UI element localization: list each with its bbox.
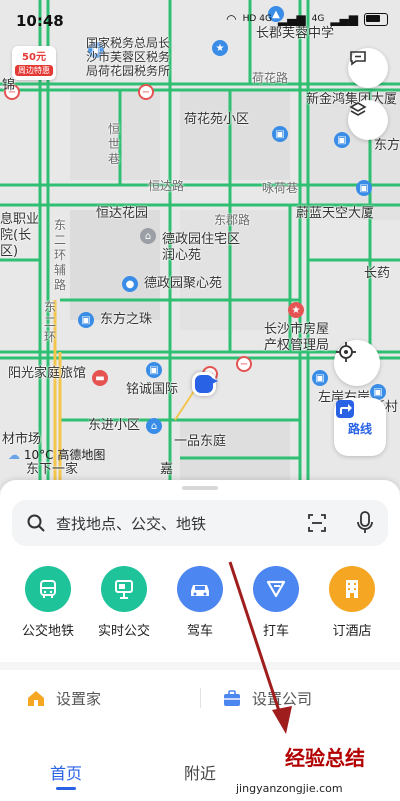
bus-stop-icon: [101, 566, 147, 612]
label-hehua-road: 荷花路: [252, 71, 289, 85]
label-hengda-garden: 恒达花园: [96, 206, 149, 221]
poi-pin-pearl[interactable]: ▣: [78, 312, 94, 328]
quick-action-hotel[interactable]: 订酒店: [314, 566, 390, 639]
battery-icon: [364, 12, 388, 26]
network-label: HD 4G: [242, 14, 272, 24]
set-home-button[interactable]: 设置家: [26, 680, 101, 716]
quick-action-label: 订酒店: [332, 624, 372, 639]
label-yipin: 一品东庭: [174, 434, 227, 449]
label-jin: 锦: [2, 78, 16, 93]
label-yangguang-hotel: 阳光家庭旅馆: [8, 366, 87, 381]
label-dongfang-pearl: 东方之珠: [100, 312, 153, 327]
heading-arrow-icon: [208, 376, 218, 386]
quick-action-label: 公交地铁: [21, 624, 74, 639]
search-placeholder: 查找地点、公交、地铁: [56, 515, 207, 533]
scan-icon[interactable]: [306, 512, 328, 534]
promo-text: 周边特惠: [15, 65, 53, 76]
label-hengda-road: 恒达路: [148, 179, 185, 193]
home-icon: [28, 691, 44, 706]
search-icon: [27, 514, 45, 532]
layers-button[interactable]: [348, 100, 388, 140]
label-changyao: 长药: [364, 266, 391, 281]
watermark-title: 经验总结: [285, 746, 365, 770]
search-bar[interactable]: 查找地点、公交、地铁: [12, 500, 388, 546]
label-dongxia: 东下一家: [26, 462, 79, 477]
microphone-icon[interactable]: [356, 511, 374, 535]
locate-button[interactable]: [334, 340, 380, 386]
watermark-url: jingyanzongjie.com: [236, 782, 343, 795]
section-divider: [0, 662, 400, 670]
bus-icon: [25, 566, 71, 612]
no-entry-icon: −: [138, 84, 154, 100]
signal-label: 4G: [311, 14, 325, 24]
cloud-icon: ☁: [8, 448, 20, 462]
tab-home[interactable]: 首页: [50, 760, 82, 784]
status-time: 10:48: [16, 12, 64, 30]
layers-icon: [349, 102, 367, 116]
promo-amount: 50元: [22, 52, 46, 63]
signal-icon: ▂▄▆: [277, 12, 306, 26]
amap-logo: 高德地图: [57, 448, 106, 462]
label-hehuayuan: 荷花苑小区: [184, 112, 250, 127]
poi-pin-hotel[interactable]: ▬: [92, 370, 108, 386]
tab-nearby[interactable]: 附近: [184, 760, 216, 784]
poi-pin-zuoan[interactable]: ▣: [312, 370, 328, 386]
route-button[interactable]: 路线: [334, 398, 386, 456]
label-weilan: 蔚蓝天空大厦: [296, 206, 375, 221]
promo-badge[interactable]: 50元 周边特惠: [12, 46, 56, 80]
quick-action-transit[interactable]: 公交地铁: [10, 566, 86, 639]
quick-action-realtime-bus[interactable]: 实时公交: [86, 566, 162, 639]
route-label: 路线: [347, 421, 372, 436]
poi-pin-kindergarten[interactable]: ●: [122, 276, 138, 292]
no-entry-icon: −: [236, 356, 252, 372]
sheet-handle[interactable]: [182, 486, 218, 490]
weather-indicator: ☁ 10°C 高德地图: [8, 446, 105, 463]
signal-icon: ▂▄▆: [330, 12, 358, 26]
quick-action-label: 实时公交: [97, 624, 150, 639]
poi-pin-dong[interactable]: ▣: [272, 126, 288, 142]
poi-pin-property[interactable]: ★: [288, 302, 304, 318]
poi-pin-dongjin[interactable]: ⌂: [146, 418, 162, 434]
poi-pin-jinhong[interactable]: ▣: [334, 132, 350, 148]
label-yonghe-lane: 咏荷巷: [262, 181, 299, 195]
label-hengshi-lane: 恒 世 巷: [108, 122, 121, 166]
message-button[interactable]: [348, 48, 388, 88]
annotation-arrow: [228, 561, 292, 734]
car-icon: [177, 566, 223, 612]
label-deyuan-garden: 德政园住宅区润心苑: [162, 232, 241, 263]
place-divider: [200, 688, 201, 708]
label-dongerhuan: 东 二 环: [44, 300, 57, 344]
label-property-center: 长沙市房屋产权管理局: [264, 322, 330, 353]
set-home-label: 设置家: [56, 689, 102, 708]
label-dongerhuan-aux: 东 二 环 辅 路: [54, 218, 67, 292]
status-icons: ◠ HD 4G ▂▄▆ 4G ▂▄▆: [226, 12, 388, 26]
map-view[interactable]: ▣ ★ ▲ ▣ ⌂ ● ▣ ★ ▬ ▣ ⌂ ▣ ▣ ▣ ▣ − − − − 国家…: [0, 0, 400, 490]
label-deyuan-kindergarten: 德政园聚心苑: [144, 276, 223, 291]
label-dongjun-road: 东郡路: [214, 213, 251, 227]
label-dong: 东方: [374, 138, 400, 153]
label-vocational: 息职业 院(长 区): [0, 212, 40, 259]
weather-temp: 10°C: [23, 448, 54, 462]
poi-pin-weilan[interactable]: ▣: [356, 180, 372, 196]
label-jiang: 嘉: [160, 462, 174, 477]
route-arrow-icon: [336, 400, 354, 418]
poi-pin-deyuan[interactable]: ⌂: [140, 228, 156, 244]
hotel-icon: [329, 566, 375, 612]
poi-pin-mingcheng[interactable]: ▣: [146, 362, 162, 378]
label-mingcheng: 铭诚国际: [126, 382, 179, 397]
crosshair-icon: [336, 342, 356, 362]
status-bar: 10:48 ◠ HD 4G ▂▄▆ 4G ▂▄▆: [0, 0, 400, 44]
label-dongjin: 东进小区: [88, 418, 141, 433]
wifi-icon: ◠: [226, 12, 237, 26]
active-tab-indicator: [56, 787, 76, 790]
message-icon: [350, 51, 366, 66]
